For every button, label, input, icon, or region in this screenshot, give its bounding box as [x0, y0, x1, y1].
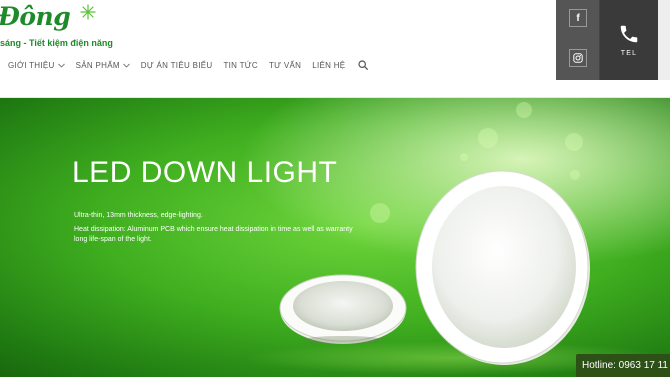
tel-button[interactable]: TEL — [600, 0, 658, 80]
main-nav: GIỚI THIỆU SẢN PHẨM DỰ ÁN TIÊU BIỂU TIN … — [8, 58, 369, 72]
facebook-icon: f — [576, 12, 580, 24]
site-header: Đông sáng - Tiết kiệm điện năng GIỚI THI… — [0, 0, 670, 98]
hotline-badge[interactable]: Hotline: 0963 17 11 — [576, 354, 670, 377]
nav-item-lien-he[interactable]: LIÊN HỆ — [312, 61, 345, 70]
nav-item-label: SẢN PHẨM — [75, 60, 120, 70]
bokeh-light — [460, 153, 468, 161]
hotline-text: Hotline: 0963 17 11 — [582, 360, 668, 371]
bokeh-light — [370, 203, 390, 223]
downlight-small-image — [279, 274, 407, 344]
nav-item-label: GIỚI THIỆU — [8, 60, 55, 70]
nav-item-tin-tuc[interactable]: TIN TỨC — [223, 61, 258, 70]
nav-item-du-an-tieu-bieu[interactable]: DỰ ÁN TIÊU BIỂU — [141, 61, 213, 70]
banner-description: Ultra-thin, 13mm thickness, edge-lightin… — [74, 211, 354, 249]
site-logo[interactable]: Đông sáng - Tiết kiệm điện năng — [0, 2, 113, 50]
sparkle-icon — [80, 4, 96, 20]
chevron-down-icon — [57, 63, 65, 68]
banner-title: LED DOWN LIGHT — [72, 156, 338, 189]
phone-icon — [620, 25, 638, 43]
header-edge — [658, 0, 670, 80]
nav-item-tu-van[interactable]: TƯ VẤN — [269, 61, 301, 70]
logo-tagline: sáng - Tiết kiệm điện năng — [0, 38, 113, 48]
bokeh-light — [516, 102, 532, 118]
downlight-large-image — [415, 170, 590, 365]
nav-item-label: LIÊN HỆ — [312, 60, 346, 70]
search-icon[interactable] — [358, 60, 369, 70]
bokeh-light — [565, 133, 583, 151]
chevron-down-icon — [122, 63, 130, 68]
banner-desc-line: Heat dissipation: Aluminum PCB which ens… — [74, 226, 353, 243]
page: Đông sáng - Tiết kiệm điện năng GIỚI THI… — [0, 0, 670, 377]
nav-item-label: TƯ VẤN — [269, 60, 302, 70]
nav-item-san-pham[interactable]: SẢN PHẨM — [76, 61, 130, 70]
social-links: f — [556, 0, 600, 80]
nav-item-label: DỰ ÁN TIÊU BIỂU — [140, 60, 213, 70]
tel-label: TEL — [620, 50, 638, 57]
hero-banner: LED DOWN LIGHT Ultra-thin, 13mm thicknes… — [0, 98, 670, 377]
nav-item-label: TIN TỨC — [223, 60, 258, 70]
instagram-icon — [573, 53, 583, 63]
banner-desc-line: Ultra-thin, 13mm thickness, edge-lightin… — [74, 212, 203, 219]
instagram-button[interactable] — [569, 49, 587, 67]
facebook-button[interactable]: f — [569, 9, 587, 27]
logo-wordmark: Đông — [0, 2, 71, 31]
nav-item-gioi-thieu[interactable]: GIỚI THIỆU — [8, 61, 65, 70]
bokeh-light — [478, 128, 498, 148]
